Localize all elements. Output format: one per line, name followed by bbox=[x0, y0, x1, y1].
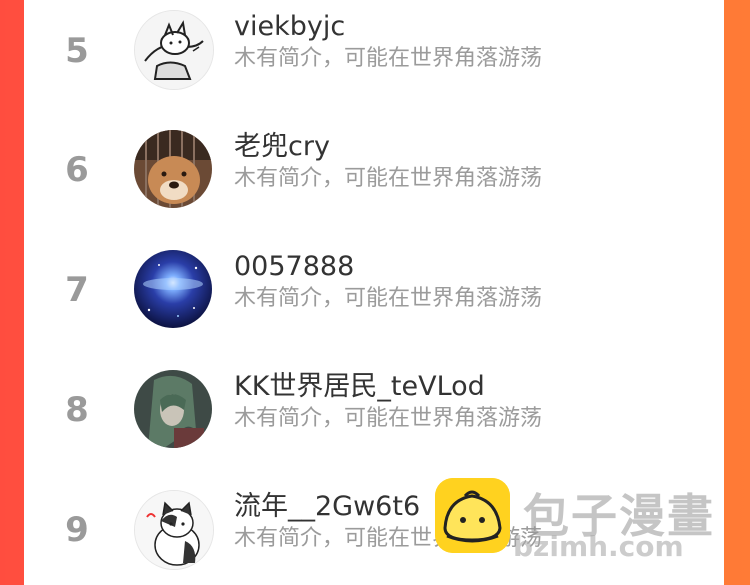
avatar[interactable] bbox=[134, 370, 212, 448]
user-name[interactable]: 0057888 bbox=[234, 250, 354, 284]
user-bio: 木有简介，可能在世界角落游荡 bbox=[234, 46, 543, 71]
list-item[interactable]: 8 KK世界居民_teVLod 木有简介，可能在世界角落游荡 bbox=[24, 360, 724, 460]
user-bio: 木有简介，可能在世界角落游荡 bbox=[234, 406, 543, 431]
user-name[interactable]: 老兜cry bbox=[234, 130, 330, 164]
watermark: 包子漫畫 bzimh.com bbox=[435, 478, 735, 568]
rank-number: 6 bbox=[65, 150, 89, 190]
avatar[interactable] bbox=[134, 130, 212, 208]
user-name[interactable]: viekbyjc bbox=[234, 10, 345, 44]
rank-number: 8 bbox=[65, 390, 89, 430]
user-name[interactable]: KK世界居民_teVLod bbox=[234, 370, 485, 404]
user-bio: 木有简介，可能在世界角落游荡 bbox=[234, 166, 543, 191]
avatar[interactable] bbox=[134, 490, 214, 570]
list-item[interactable]: 6 老兜cry 木有简介，可能在世界角落游荡 bbox=[24, 120, 724, 220]
list-item[interactable]: 5 viekbyjc 木有简介，可能在世界角落游荡 bbox=[24, 0, 724, 100]
user-bio: 木有简介，可能在世界角落游荡 bbox=[234, 286, 543, 311]
user-name[interactable]: 流年__2Gw6t6 bbox=[234, 490, 420, 524]
watermark-url: bzimh.com bbox=[513, 530, 684, 563]
bun-logo-icon bbox=[435, 478, 510, 553]
avatar[interactable] bbox=[134, 250, 212, 328]
rank-number: 9 bbox=[65, 510, 89, 550]
list-item[interactable]: 7 0057888 木有简介，可能在世界角落游荡 bbox=[24, 240, 724, 340]
avatar[interactable] bbox=[134, 10, 214, 90]
rank-number: 7 bbox=[65, 270, 89, 310]
rank-number: 5 bbox=[65, 31, 89, 71]
